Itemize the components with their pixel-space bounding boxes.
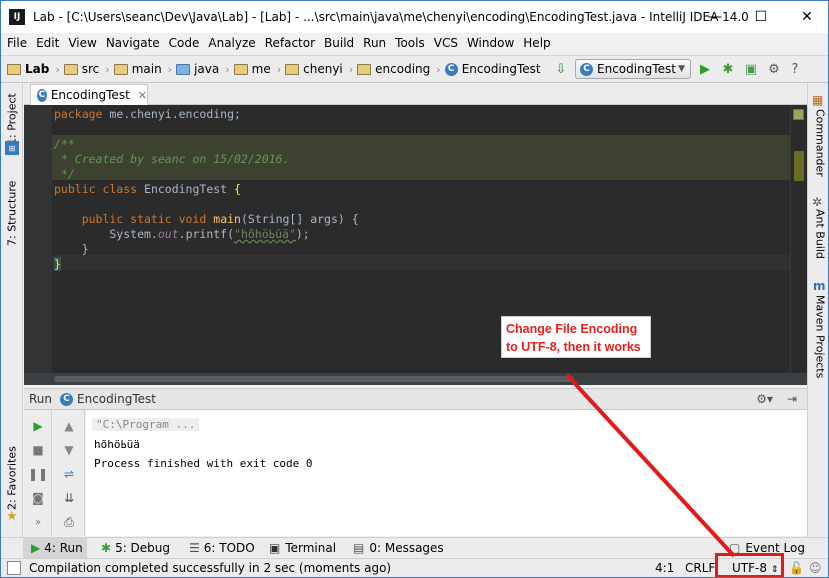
ide-window: IJ Lab - [C:\Users\seanc\Dev\Java\Lab] -… — [0, 0, 829, 578]
annotation-highlight-box — [715, 553, 784, 577]
annotation-arrow — [565, 373, 736, 558]
annotation-note: Change File Encoding to UTF-8, then it w… — [501, 316, 651, 358]
